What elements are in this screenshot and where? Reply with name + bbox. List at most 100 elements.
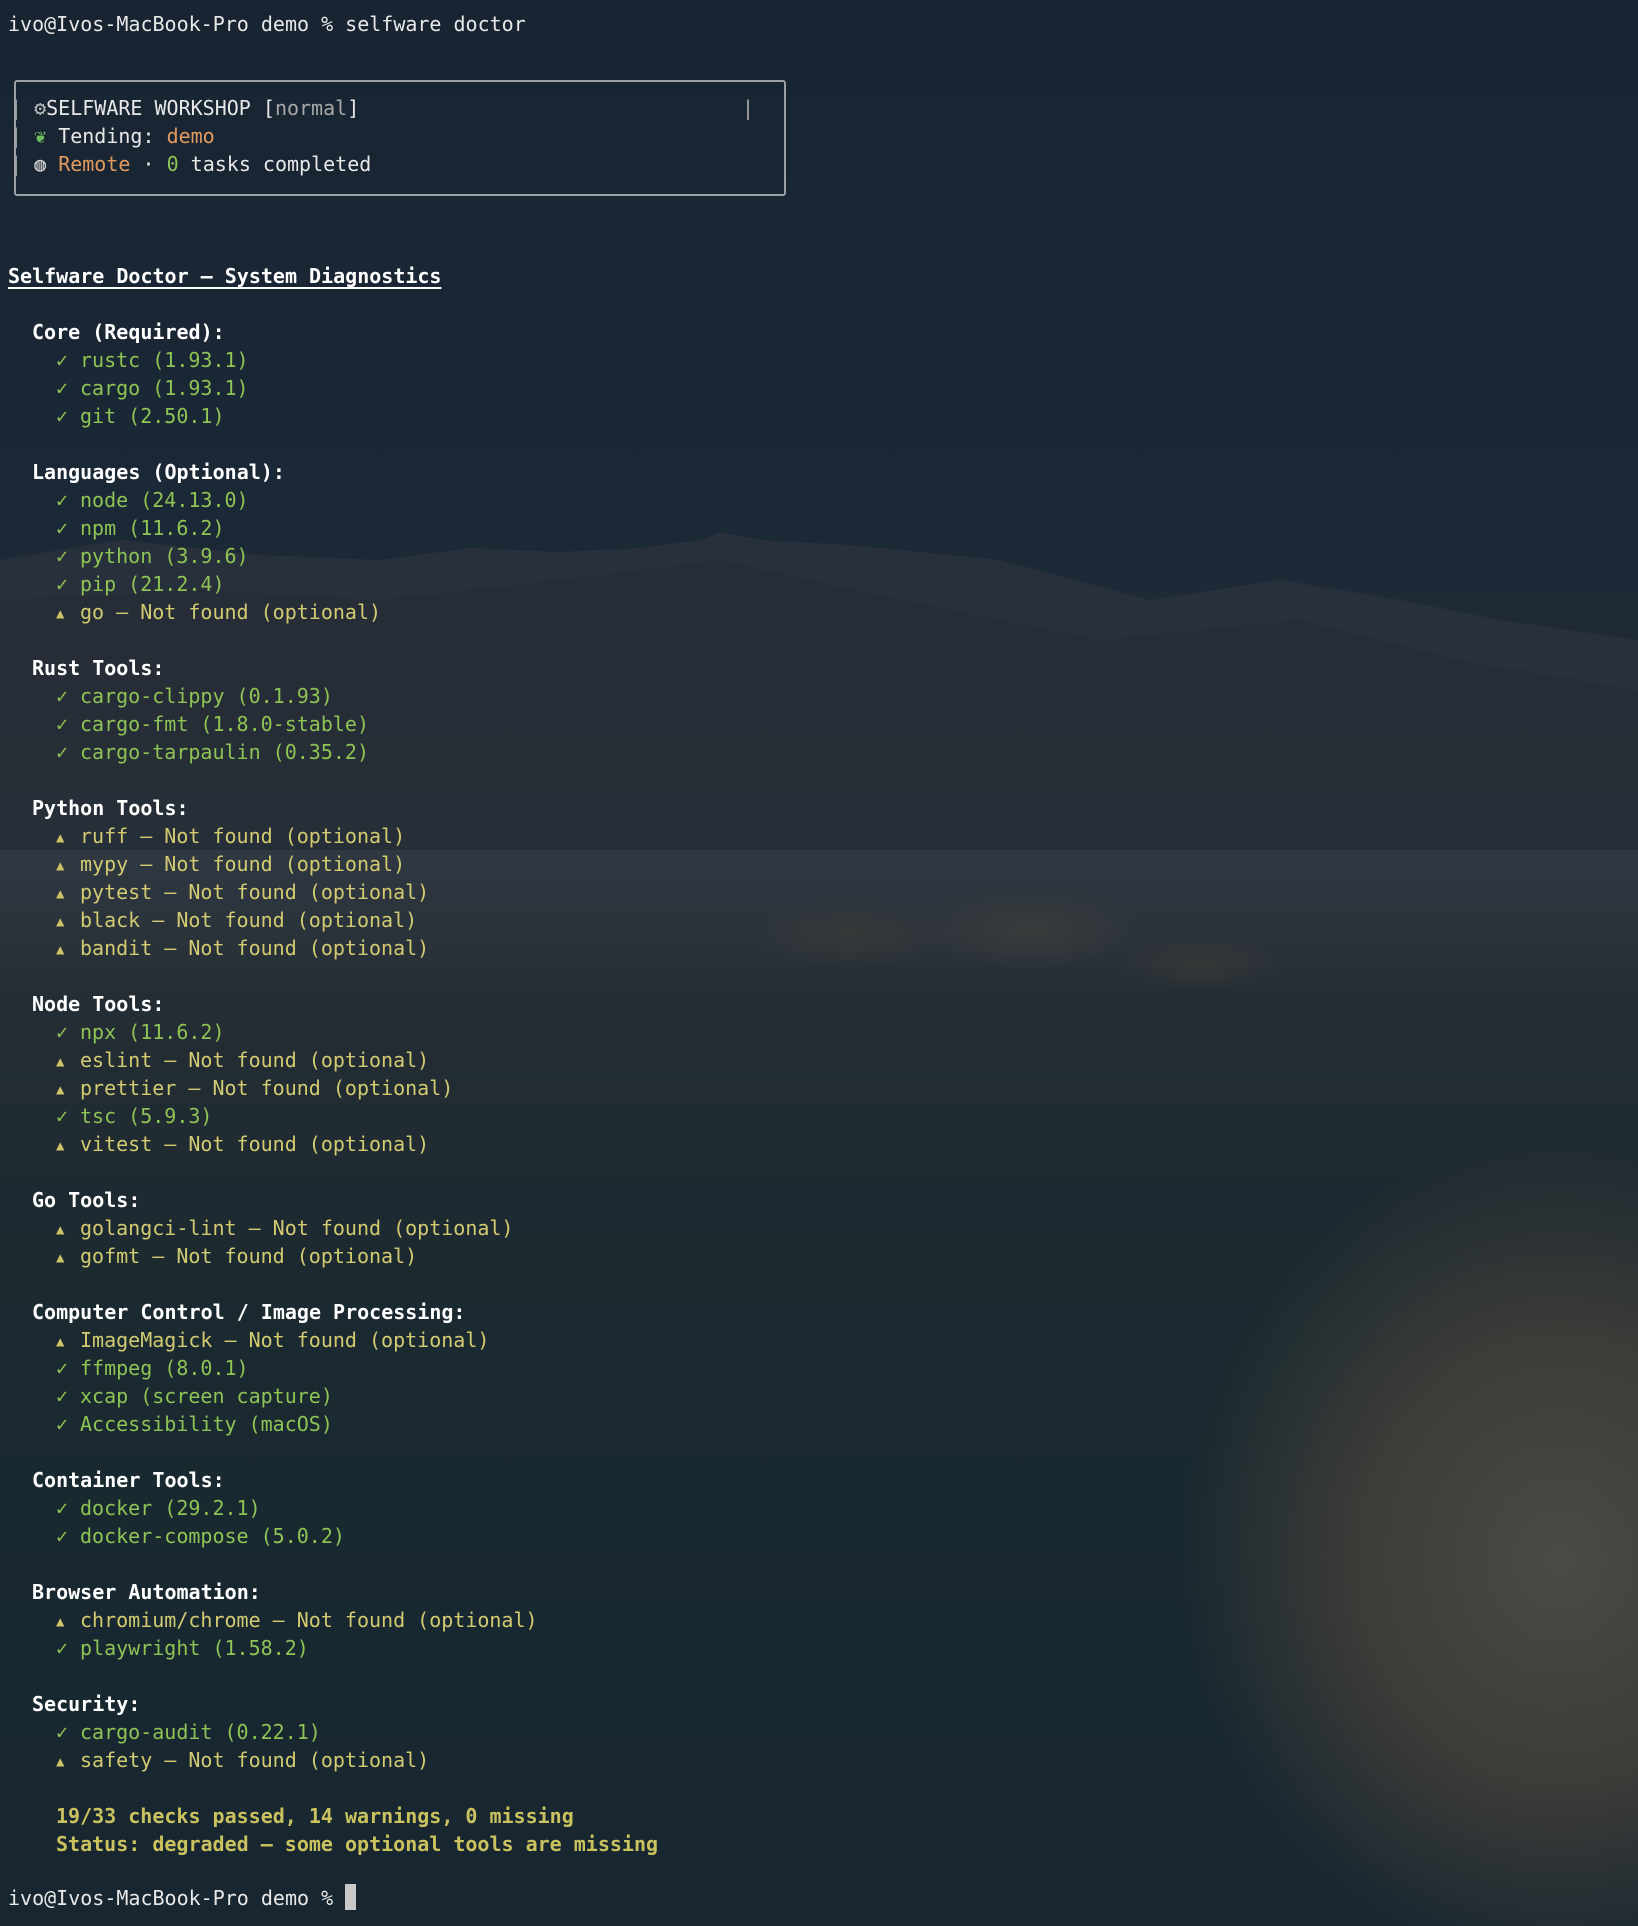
check-item-text: playwright (1.58.2) — [80, 1636, 309, 1660]
check-item: ▲ vitest — Not found (optional) — [56, 1130, 429, 1158]
check-item: ✓ pip (21.2.4) — [56, 570, 225, 598]
check-item-text: docker-compose (5.0.2) — [80, 1524, 345, 1548]
check-icon: ✓ — [56, 1384, 69, 1408]
check-item: ▲ go — Not found (optional) — [56, 598, 381, 626]
check-icon: ✓ — [56, 376, 69, 400]
section-header: Languages (Optional): — [32, 460, 285, 484]
check-icon: ✓ — [56, 544, 69, 568]
check-item-text: Accessibility (macOS) — [80, 1412, 333, 1436]
check-item: ✓ git (2.50.1) — [56, 402, 225, 430]
check-item: ✓ cargo-clippy (0.1.93) — [56, 682, 333, 710]
tasks-text: tasks completed — [190, 152, 372, 176]
tending-label: Tending: — [58, 124, 155, 148]
section-header: Python Tools: — [32, 796, 189, 820]
warning-triangle-icon: ▲ — [56, 858, 65, 874]
check-item: ▲ eslint — Not found (optional) — [56, 1046, 429, 1074]
check-icon: ✓ — [56, 1496, 69, 1520]
check-item-text: npm (11.6.2) — [80, 516, 225, 540]
check-item: ✓ cargo (1.93.1) — [56, 374, 249, 402]
check-icon: ✓ — [56, 684, 69, 708]
check-item: ▲ ruff — Not found (optional) — [56, 822, 405, 850]
check-item-text: tsc (5.9.3) — [80, 1104, 213, 1128]
check-item: ✓ tsc (5.9.3) — [56, 1102, 212, 1130]
check-icon: ✓ — [56, 1104, 69, 1128]
text-cursor — [345, 1884, 357, 1910]
check-item: ▲ safety — Not found (optional) — [56, 1746, 429, 1774]
check-item: ▲ chromium/chrome — Not found (optional) — [56, 1606, 538, 1634]
warning-triangle-icon: ▲ — [56, 1754, 65, 1770]
check-item: ✓ docker-compose (5.0.2) — [56, 1522, 345, 1550]
gear-icon: ⚙ — [34, 96, 47, 120]
check-item: ✓ python (3.9.6) — [56, 542, 249, 570]
check-item-text: ImageMagick — Not found (optional) — [80, 1328, 490, 1352]
section-header: Core (Required): — [32, 320, 225, 344]
banner-title: SELFWARE WORKSHOP — [46, 96, 251, 120]
check-item-text: vitest — Not found (optional) — [80, 1132, 430, 1156]
check-item-text: pytest — Not found (optional) — [80, 880, 430, 904]
check-item-text: mypy — Not found (optional) — [80, 852, 406, 876]
check-icon: ✓ — [56, 1636, 69, 1660]
warning-triangle-icon: ▲ — [56, 1250, 65, 1266]
check-item: ✓ cargo-tarpaulin (0.35.2) — [56, 738, 369, 766]
tasks-count: 0 — [166, 152, 179, 176]
check-item: ▲ prettier — Not found (optional) — [56, 1074, 453, 1102]
check-item-text: ruff — Not found (optional) — [80, 824, 406, 848]
section-header: Container Tools: — [32, 1468, 225, 1492]
warning-triangle-icon: ▲ — [56, 606, 65, 622]
banner-row-tending: | ❦ Tending: demo — [10, 124, 215, 148]
compass-icon: ◍ — [34, 152, 47, 176]
check-icon: ✓ — [56, 404, 69, 428]
check-item-text: gofmt — Not found (optional) — [80, 1244, 418, 1268]
check-icon: ✓ — [56, 1524, 69, 1548]
final-prompt-line[interactable]: ivo@Ivos-MacBook-Pro demo % — [8, 1884, 357, 1912]
check-item-text: cargo-tarpaulin (0.35.2) — [80, 740, 369, 764]
section-header: Browser Automation: — [32, 1580, 261, 1604]
check-icon: ✓ — [56, 740, 69, 764]
check-icon: ✓ — [56, 1356, 69, 1380]
check-item: ▲ pytest — Not found (optional) — [56, 878, 429, 906]
section-header: Rust Tools: — [32, 656, 165, 680]
check-item: ✓ npx (11.6.2) — [56, 1018, 225, 1046]
check-item-text: black — Not found (optional) — [80, 908, 418, 932]
warning-triangle-icon: ▲ — [56, 942, 65, 958]
check-item-text: go — Not found (optional) — [80, 600, 382, 624]
check-item: ▲ ImageMagick — Not found (optional) — [56, 1326, 489, 1354]
warning-triangle-icon: ▲ — [56, 1054, 65, 1070]
check-item-text: ffmpeg (8.0.1) — [80, 1356, 249, 1380]
check-icon: ✓ — [56, 516, 69, 540]
banner-row-title: | ⚙SELFWARE WORKSHOP [normal] — [10, 96, 360, 120]
warning-triangle-icon: ▲ — [56, 1082, 65, 1098]
remote-label: Remote — [58, 152, 131, 176]
check-item-text: golangci-lint — Not found (optional) — [80, 1216, 514, 1240]
check-item: ✓ playwright (1.58.2) — [56, 1634, 309, 1662]
check-icon: ✓ — [56, 712, 69, 736]
warning-triangle-icon: ▲ — [56, 1614, 65, 1630]
check-item-text: bandit — Not found (optional) — [80, 936, 430, 960]
final-prompt: ivo@Ivos-MacBook-Pro demo % — [8, 1886, 334, 1910]
check-item-text: git (2.50.1) — [80, 404, 225, 428]
check-item-text: cargo (1.93.1) — [80, 376, 249, 400]
check-item-text: npx (11.6.2) — [80, 1020, 225, 1044]
section-header: Go Tools: — [32, 1188, 141, 1212]
summary-checks: 19/33 checks passed, 14 warnings, 0 miss… — [56, 1804, 574, 1828]
warning-triangle-icon: ▲ — [56, 1334, 65, 1350]
check-item: ▲ black — Not found (optional) — [56, 906, 417, 934]
check-item-text: python (3.9.6) — [80, 544, 249, 568]
check-item-text: cargo-fmt (1.8.0-stable) — [80, 712, 369, 736]
check-item: ▲ golangci-lint — Not found (optional) — [56, 1214, 513, 1242]
check-icon: ✓ — [56, 572, 69, 596]
check-item-text: docker (29.2.1) — [80, 1496, 261, 1520]
warning-triangle-icon: ▲ — [56, 914, 65, 930]
warning-triangle-icon: ▲ — [56, 830, 65, 846]
summary-status: Status: degraded — some optional tools a… — [56, 1832, 659, 1856]
section-header: Computer Control / Image Processing: — [32, 1300, 466, 1324]
banner-right-bar: | — [742, 96, 755, 120]
check-item: ✓ npm (11.6.2) — [56, 514, 225, 542]
check-icon: ✓ — [56, 348, 69, 372]
terminal-window[interactable]: ivo@Ivos-MacBook-Pro demo % selfware doc… — [0, 0, 1638, 1926]
check-item: ✓ ffmpeg (8.0.1) — [56, 1354, 249, 1382]
check-item: ✓ Accessibility (macOS) — [56, 1410, 333, 1438]
tending-value: demo — [166, 124, 215, 148]
banner-row-remote: | ◍ Remote · 0 tasks completed — [10, 152, 372, 176]
check-item-text: prettier — Not found (optional) — [80, 1076, 454, 1100]
